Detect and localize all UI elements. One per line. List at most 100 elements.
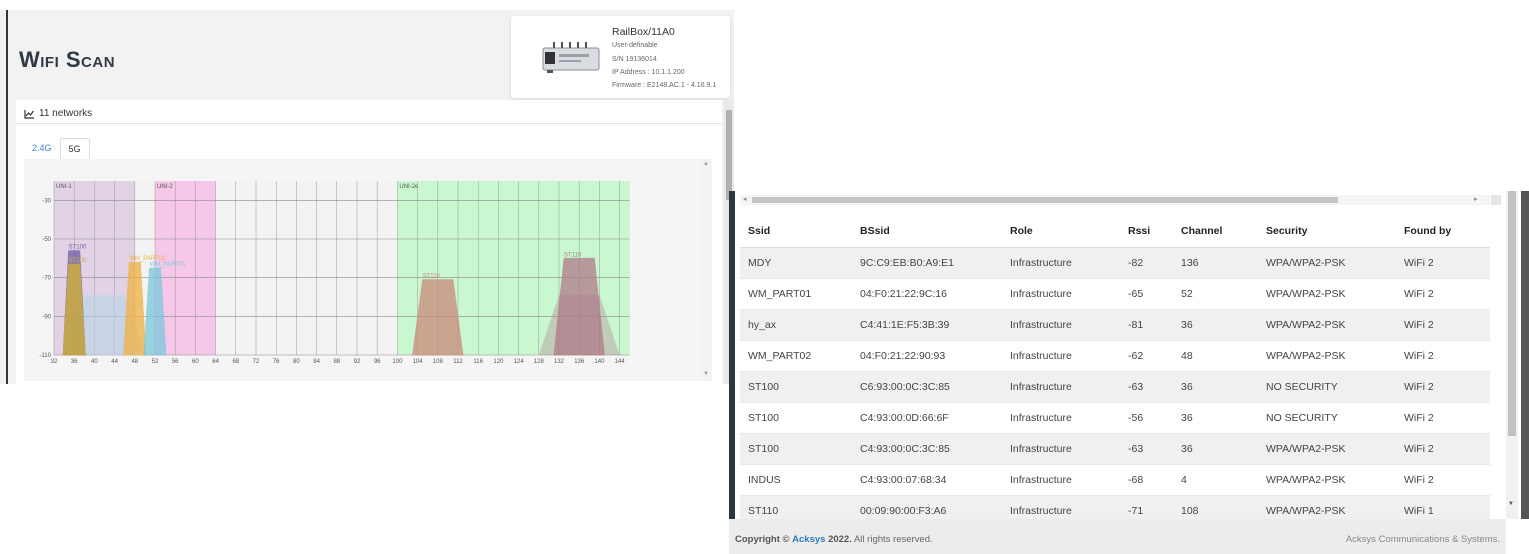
y-tick-label: -50 [42,237,51,243]
cell-bssid: C4:93:00:0C:3C:85 [852,433,1002,465]
y-tick-label: -90 [42,314,51,320]
x-tick-label: 64 [212,359,219,365]
cell-bssid: C4:93:00:07:68:34 [852,464,1002,496]
cell-rssi: -65 [1120,278,1173,310]
x-tick-label: 72 [253,359,260,365]
footer-copyright: Copyright © Acksys 2022. All rights rese… [735,534,933,545]
table-row[interactable]: WM_PART01 04:F0:21:22:9C:16 Infrastructure… [740,278,1490,310]
cell-rssi: -82 [1120,247,1173,279]
x-tick-label: 140 [594,359,605,365]
scroll-left-arrow[interactable]: ◂ [743,195,747,203]
cell-security: WPA/WPA2-PSK [1258,464,1396,496]
y-tick-label: -30 [42,198,51,204]
x-tick-label: 108 [433,359,444,365]
x-tick-label: 120 [493,359,504,365]
table-row[interactable]: INDUS C4:93:00:07:68:34 Infrastructure -68 4… [740,464,1490,496]
horizontal-scrollbar[interactable]: ◂ ▸ [740,195,1501,205]
band-label: UNI-1 [56,184,72,190]
cell-found-by: WiFi 2 [1396,247,1490,279]
cell-ssid: WM_PART02 [740,340,852,372]
x-tick-label: 80 [293,359,300,365]
column-header-ssid[interactable]: Ssid [740,215,852,248]
x-tick-label: 104 [413,359,424,365]
x-tick-label: 48 [131,359,138,365]
copyright-year: 2022. [828,534,852,545]
scrollbar-thumb[interactable] [1508,191,1516,436]
x-tick-label: 112 [453,359,463,365]
cell-channel: 36 [1173,309,1258,341]
channel-chart: UNI-1 UNI-2 UNI-2e -30 -50 -70 -90 -110 32 36 40 44… [24,159,712,381]
column-header-role[interactable]: Role [1002,215,1120,248]
device-name: RailBox/11A0 [612,26,675,38]
column-header-rssi[interactable]: Rssi [1120,215,1173,248]
x-tick-label: 92 [354,359,361,365]
column-header-bssid[interactable]: BSsid [852,215,1002,248]
column-header-security[interactable]: Security [1258,215,1396,248]
vertical-scrollbar[interactable]: ▼ [1506,191,1518,519]
cell-found-by: WiFi 2 [1396,278,1490,310]
footer: Copyright © Acksys 2022. All rights rese… [729,519,1506,554]
chart-scrollbar[interactable]: ▲ ▼ [700,159,712,381]
table-row[interactable]: MDY 9C:C9:EB:B0:A9:E1 Infrastructure -82 136… [740,247,1490,279]
x-tick-label: 88 [333,359,340,365]
table-row[interactable]: ST100 C4:93:00:0D:66:6F Infrastructure -56 3… [740,402,1490,434]
networks-table-panel: ◂ ▸ Ssid BSsid Role Rssi Channel Securit… [729,191,1529,554]
band-label: UNI-2e [399,184,419,190]
scroll-down-arrow[interactable]: ▼ [703,371,709,377]
cell-rssi: -68 [1120,464,1173,496]
cell-found-by: WiFi 2 [1396,371,1490,403]
networks-count: 11 networks [39,108,93,119]
cell-found-by: WiFi 2 [1396,464,1490,496]
cell-security: WPA/WPA2-PSK [1258,247,1396,279]
table-row[interactable]: ST100 C6:93:00:0C:3C:85 Infrastructure -63 3… [740,371,1490,403]
tab-2-4g[interactable]: 2.4G [24,138,60,160]
table-row[interactable]: ST100 C4:93:00:0C:3C:85 Infrastructure -63 3… [740,433,1490,465]
chart-card: 11 networks 2.4G 5G UNI-1 UNI-2 UNI-2e -30 -… [16,100,722,384]
page-title: Wifi Scan [19,47,116,72]
scroll-right-arrow[interactable]: ▸ [1474,195,1478,203]
x-tick-label: 44 [111,359,118,365]
cell-security: NO SECURITY [1258,371,1396,403]
cell-ssid: WM_PART01 [740,278,852,310]
cell-found-by: WiFi 2 [1396,433,1490,465]
cell-channel: 136 [1173,247,1258,279]
cell-channel: 4 [1173,464,1258,496]
scroll-up-arrow[interactable]: ▲ [703,161,709,167]
x-tick-label: 116 [473,359,483,365]
cell-ssid: hy_ax [740,309,852,341]
cell-channel: 48 [1173,340,1258,372]
scrollbar-thumb[interactable] [752,197,1338,203]
scrollbar-thumb[interactable] [726,110,732,200]
cell-security: NO SECURITY [1258,402,1396,434]
divider [16,123,722,124]
x-tick-label: 56 [172,359,179,365]
x-tick-label: 68 [232,359,239,365]
x-tick-label: 32 [51,359,58,365]
cell-bssid: 04:F0:21:22:90:93 [852,340,1002,372]
device-serial: S/N 19136014 [612,56,657,63]
cell-rssi: -63 [1120,371,1173,403]
signal-label: ST100 [69,258,87,264]
tab-5g[interactable]: 5G [59,138,90,160]
footer-brand-link[interactable]: Acksys [792,534,825,545]
x-tick-label: 136 [574,359,585,365]
cell-bssid: 9C:C9:EB:B0:A9:E1 [852,247,1002,279]
window-edge [1521,191,1529,519]
cell-found-by: WiFi 2 [1396,340,1490,372]
cell-ssid: ST100 [740,371,852,403]
band-tabs: 2.4G 5G [24,138,90,160]
cell-bssid: C6:93:00:0C:3C:85 [852,371,1002,403]
scroll-down-arrow[interactable]: ▼ [1508,501,1514,507]
signal-label: ST110 [423,274,441,280]
table-row[interactable]: WM_PART02 04:F0:21:22:90:93 Infrastructure… [740,340,1490,372]
table-header-row: Ssid BSsid Role Rssi Channel Security Fo… [740,215,1490,248]
column-header-found-by[interactable]: Found by [1396,215,1490,248]
table-row[interactable]: hy_ax C4:41:1E:F5:3B:39 Infrastructure -81 3… [740,309,1490,341]
cell-role: Infrastructure [1002,340,1120,372]
cell-role: Infrastructure [1002,464,1120,496]
cell-security: WPA/WPA2-PSK [1258,309,1396,341]
band-label: UNI-2 [157,184,173,190]
device-firmware: Firmware : E2148.AC.1 - 4.16.9.1 [612,82,717,89]
column-header-channel[interactable]: Channel [1173,215,1258,248]
x-tick-label: 100 [392,359,403,365]
